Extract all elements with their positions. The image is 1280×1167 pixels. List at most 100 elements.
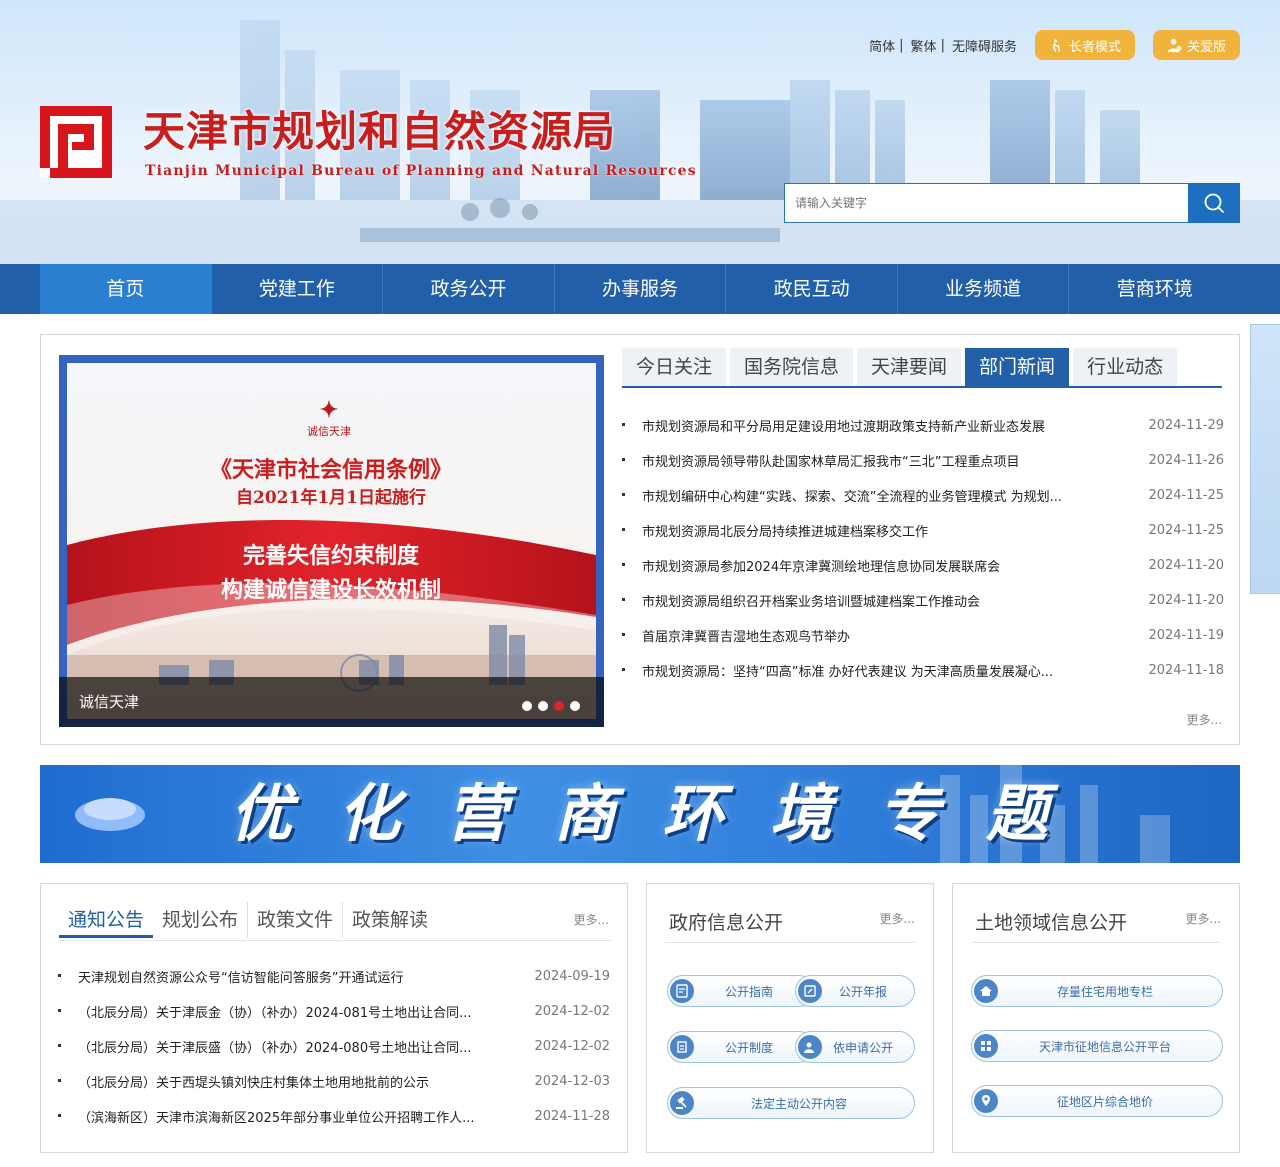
separator: | xyxy=(899,37,904,53)
land-info-more-link[interactable]: 更多... xyxy=(1186,910,1221,927)
news-date: 2024-11-20 xyxy=(1148,593,1224,608)
search-icon xyxy=(1204,193,1224,213)
news-section: ✦ 诚信天津 《天津市社会信用条例》 自2021年1月1日起施行 完善失信约束制… xyxy=(40,334,1240,745)
carousel-dot-active[interactable] xyxy=(554,701,564,711)
news-date: 2024-11-26 xyxy=(1148,453,1224,468)
divider xyxy=(665,942,915,943)
news-title[interactable]: 市规划资源局：坚持“四高”标准 办好代表建议 为天津高质量发展凝心... xyxy=(622,661,1053,680)
apply-disclosure-button[interactable]: 依申请公开 xyxy=(795,1031,915,1063)
news-date: 2024-11-29 xyxy=(1148,418,1224,433)
search-button[interactable] xyxy=(1188,183,1240,223)
tab-policy-documents[interactable]: 政策文件 xyxy=(248,902,344,938)
nav-home[interactable]: 首页 xyxy=(40,264,212,314)
business-environment-banner[interactable]: 优化营商环境专题 xyxy=(40,765,1240,863)
carousel-dot[interactable] xyxy=(570,701,580,711)
land-acquisition-platform-button[interactable]: 天津市征地信息公开平台 xyxy=(971,1030,1223,1062)
nav-government-affairs[interactable]: 政务公开 xyxy=(383,264,555,314)
nav-business-channels[interactable]: 业务频道 xyxy=(898,264,1070,314)
list-item[interactable]: 市规划资源局组织召开档案业务培训暨城建档案工作推动会 2024-11-20 xyxy=(622,583,1224,618)
carousel-dot[interactable] xyxy=(522,701,532,711)
notice-tabs: 通知公告 规划公布 政策文件 政策解读 xyxy=(59,902,437,938)
tab-state-council[interactable]: 国务院信息 xyxy=(730,348,854,386)
elder-mode-button[interactable]: 长者模式 xyxy=(1034,30,1135,60)
nav-services[interactable]: 办事服务 xyxy=(555,264,727,314)
list-item[interactable]: （北辰分局）关于西堤头镇刘快庄村集体土地用地批前的公示 2024-12-03 xyxy=(58,1064,610,1099)
bureau-logo xyxy=(40,106,112,178)
list-item[interactable]: （北辰分局）关于津辰盛（协）（补办）2024-080号土地出让合同... 2024… xyxy=(58,1029,610,1064)
button-label: 依申请公开 xyxy=(832,1040,893,1055)
search-bar xyxy=(784,183,1240,223)
disclosure-system-button[interactable]: 公开制度 xyxy=(667,1031,815,1063)
edit-report-icon xyxy=(798,979,822,1003)
button-label: 征地区片综合地价 xyxy=(1056,1094,1153,1109)
news-more-link[interactable]: 更多... xyxy=(1187,711,1222,728)
notice-more-link[interactable]: 更多... xyxy=(574,911,609,928)
statutory-disclosure-button[interactable]: 法定主动公开内容 xyxy=(667,1087,915,1119)
button-label: 天津市征地信息公开平台 xyxy=(1038,1039,1171,1054)
carousel-dot[interactable] xyxy=(538,701,548,711)
list-item[interactable]: （滨海新区）天津市滨海新区2025年部分事业单位公开招聘工作人... 2024-1… xyxy=(58,1099,610,1134)
notice-title[interactable]: （北辰分局）关于津辰盛（协）（补办）2024-080号土地出让合同... xyxy=(58,1037,472,1056)
tab-planning-publication[interactable]: 规划公布 xyxy=(153,902,249,938)
news-date: 2024-11-25 xyxy=(1148,523,1224,538)
accessibility-link[interactable]: 无障碍服务 xyxy=(952,36,1017,55)
notice-title[interactable]: （滨海新区）天津市滨海新区2025年部分事业单位公开招聘工作人... xyxy=(58,1107,474,1126)
news-title[interactable]: 市规划资源局领导带队赴国家林草局汇报我市“三北”工程重点项目 xyxy=(622,451,1019,470)
search-input[interactable] xyxy=(784,183,1188,223)
site-header: 简体 | 繁体 | 无障碍服务 长者模式 关爱版 天津市规划和自然资源局 Tia… xyxy=(0,0,1280,264)
list-item[interactable]: 市规划资源局：坚持“四高”标准 办好代表建议 为天津高质量发展凝心... 2024… xyxy=(622,653,1224,688)
nav-party-building[interactable]: 党建工作 xyxy=(212,264,384,314)
list-item[interactable]: （北辰分局）关于津辰金（协）（补办）2024-081号土地出让合同... 2024… xyxy=(58,994,610,1029)
list-item[interactable]: 市规划编研中心构建“实践、探索、交流”全流程的业务管理模式 为规划... 2024… xyxy=(622,478,1224,513)
list-item[interactable]: 市规划资源局和平分局用足建设用地过渡期政策支持新产业新业态发展 2024-11-2… xyxy=(622,408,1224,443)
list-item[interactable]: 市规划资源局领导带队赴国家林草局汇报我市“三北”工程重点项目 2024-11-26 xyxy=(622,443,1224,478)
news-title[interactable]: 市规划资源局北辰分局持续推进城建档案移交工作 xyxy=(622,521,928,540)
news-title[interactable]: 市规划资源局组织召开档案业务培训暨城建档案工作推动会 xyxy=(622,591,980,610)
tab-today-focus[interactable]: 今日关注 xyxy=(622,348,727,386)
tab-policy-interpretation[interactable]: 政策解读 xyxy=(343,902,437,938)
list-item[interactable]: 天津规划自然资源公众号“信访智能问答服务”开通试运行 2024-09-19 xyxy=(58,959,610,994)
annual-report-button[interactable]: 公开年报 xyxy=(795,975,915,1007)
nav-business-environment[interactable]: 营商环境 xyxy=(1069,264,1240,314)
simplified-chinese-link[interactable]: 简体 xyxy=(869,36,895,55)
residential-land-button[interactable]: 存量住宅用地专栏 xyxy=(971,975,1223,1007)
news-date: 2024-11-20 xyxy=(1148,558,1224,573)
news-title[interactable]: 市规划编研中心构建“实践、探索、交流”全流程的业务管理模式 为规划... xyxy=(622,486,1062,505)
news-tabs: 今日关注 国务院信息 天津要闻 部门新闻 行业动态 xyxy=(622,348,1178,386)
notice-date: 2024-12-03 xyxy=(534,1074,610,1089)
land-price-button[interactable]: 征地区片综合地价 xyxy=(971,1085,1223,1117)
tab-notices[interactable]: 通知公告 xyxy=(59,902,154,938)
nav-interaction[interactable]: 政民互动 xyxy=(726,264,898,314)
button-label: 公开年报 xyxy=(838,984,887,999)
land-info-panel: 土地领域信息公开 更多... 存量住宅用地专栏 天津市征地信息公开平台 征地区片… xyxy=(952,883,1240,1153)
notice-date: 2024-12-02 xyxy=(534,1039,610,1054)
banner-title: 优化营商环境专题 xyxy=(230,777,1095,850)
top-utility-bar: 简体 | 繁体 | 无障碍服务 长者模式 关爱版 xyxy=(869,30,1240,60)
gov-info-more-link[interactable]: 更多... xyxy=(880,910,915,927)
list-item[interactable]: 首届京津冀晋吉湿地生态观鸟节举办 2024-11-19 xyxy=(622,618,1224,653)
traditional-chinese-link[interactable]: 繁体 xyxy=(911,36,937,55)
poster-line-1: 《天津市社会信用条例》 xyxy=(210,457,452,483)
image-carousel[interactable]: ✦ 诚信天津 《天津市社会信用条例》 自2021年1月1日起施行 完善失信约束制… xyxy=(59,355,604,727)
users-icon xyxy=(798,1035,822,1059)
notice-title[interactable]: 天津规划自然资源公众号“信访智能问答服务”开通试运行 xyxy=(58,967,403,986)
tab-industry-news[interactable]: 行业动态 xyxy=(1073,348,1178,386)
care-mode-button[interactable]: 关爱版 xyxy=(1152,30,1240,60)
notice-title[interactable]: （北辰分局）关于津辰金（协）（补办）2024-081号土地出让合同... xyxy=(58,1002,472,1021)
disclosure-guide-button[interactable]: 公开指南 xyxy=(667,975,815,1007)
person-heart-icon xyxy=(1167,38,1182,52)
poster-line-2: 自2021年1月1日起施行 xyxy=(236,487,426,508)
tab-tianjin-news[interactable]: 天津要闻 xyxy=(857,348,962,386)
tab-underline xyxy=(622,386,1222,388)
tab-department-news[interactable]: 部门新闻 xyxy=(965,348,1070,386)
news-title[interactable]: 市规划资源局参加2024年京津冀测绘地理信息协同发展联席会 xyxy=(622,556,1000,575)
list-item[interactable]: 市规划资源局北辰分局持续推进城建档案移交工作 2024-11-25 xyxy=(622,513,1224,548)
news-title[interactable]: 市规划资源局和平分局用足建设用地过渡期政策支持新产业新业态发展 xyxy=(622,416,1045,435)
main-navigation: 首页 党建工作 政务公开 办事服务 政民互动 业务频道 营商环境 xyxy=(0,264,1280,314)
notice-title[interactable]: （北辰分局）关于西堤头镇刘快庄村集体土地用地批前的公示 xyxy=(58,1072,429,1091)
button-label: 法定主动公开内容 xyxy=(750,1096,847,1111)
land-info-title: 土地领域信息公开 xyxy=(975,912,1128,934)
floating-side-tab[interactable] xyxy=(1250,324,1280,594)
list-item[interactable]: 市规划资源局参加2024年京津冀测绘地理信息协同发展联席会 2024-11-20 xyxy=(622,548,1224,583)
news-title[interactable]: 首届京津冀晋吉湿地生态观鸟节举办 xyxy=(622,626,850,645)
